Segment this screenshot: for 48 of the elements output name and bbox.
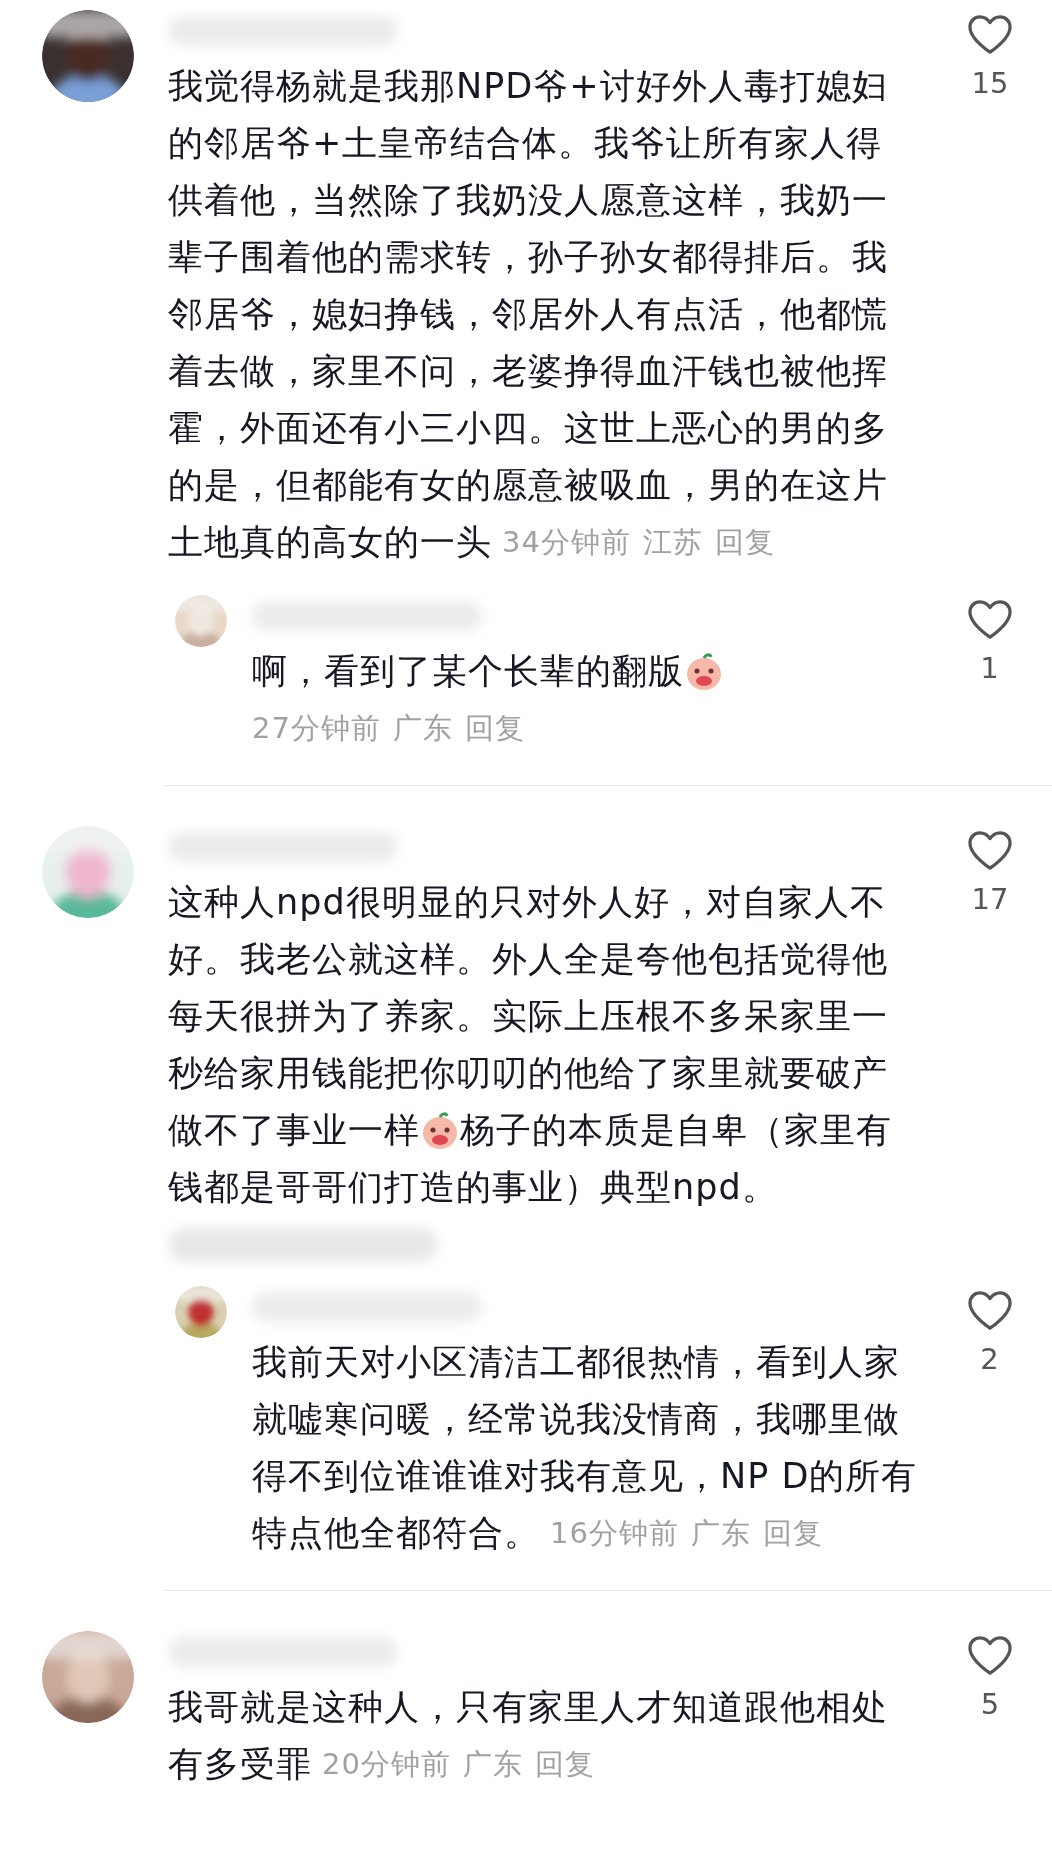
reply-link[interactable]: 回复 xyxy=(714,514,775,571)
like-button[interactable] xyxy=(966,599,1013,641)
location: 广东 xyxy=(690,1515,751,1552)
comment-text: 邻居爷，媳妇挣钱，邻居外人有点活，他都慌 xyxy=(168,293,888,336)
sticker-icon xyxy=(684,651,724,692)
comment-text: 好。我老公就这样。外人全是夸他包括觉得他 xyxy=(168,938,888,981)
comment-text: 啊，看到了某个长辈的翻版 xyxy=(252,650,684,693)
comment-text: 土地真的高女的一头 xyxy=(168,521,492,564)
like-button[interactable] xyxy=(967,1635,1013,1677)
like-button[interactable] xyxy=(967,830,1013,872)
comment-text: 得不到位谁谁谁对我有意见，NP D的所有 xyxy=(252,1455,918,1498)
comment-text: 做不了事业一样 xyxy=(168,1109,420,1152)
location: 江苏 xyxy=(642,524,703,561)
reply-link[interactable]: 回复 xyxy=(464,700,525,757)
like-count: 2 xyxy=(980,1342,999,1376)
timestamp: 34分钟前 xyxy=(502,524,631,561)
like-button[interactable] xyxy=(967,14,1013,56)
comment-text: 我觉得杨就是我那NPD爷+讨好外人毒打媳妇 xyxy=(168,65,888,108)
comment-text: 供着他，当然除了我奶没人愿意这样，我奶一 xyxy=(168,179,888,222)
comment-text: 特点他全都符合。 xyxy=(252,1512,540,1555)
reply-link[interactable]: 回复 xyxy=(762,1505,823,1562)
timestamp: 27分钟前 xyxy=(252,710,381,747)
like-button[interactable] xyxy=(966,1290,1013,1332)
timestamp: 20分钟前 xyxy=(322,1746,451,1783)
comment-text: 秒给家用钱能把你叨叨的他给了家里就要破产 xyxy=(168,1052,888,1095)
location: 广东 xyxy=(392,710,453,747)
reply-link[interactable]: 回复 xyxy=(534,1736,595,1793)
avatar[interactable] xyxy=(175,1286,227,1338)
comment-text: 的邻居爷+土皇帝结合体。我爷让所有家人得 xyxy=(168,122,883,165)
like-count: 1 xyxy=(980,651,999,685)
comment-text: 有多受罪 xyxy=(168,1743,312,1786)
comment-text: 这种人npd很明显的只对外人好，对自家人不 xyxy=(168,881,886,924)
location: 广东 xyxy=(462,1746,523,1783)
like-count: 15 xyxy=(971,66,1009,100)
comment-text: 钱都是哥哥们打造的事业）典型npd。 xyxy=(168,1166,778,1209)
comment-text: 辈子围着他的需求转，孙子孙女都得排后。我 xyxy=(168,236,888,279)
comment-text: 霍，外面还有小三小四。这世上恶心的男的多 xyxy=(168,407,888,450)
comment-text: 我哥就是这种人，只有家里人才知道跟他相处 xyxy=(168,1686,888,1729)
comment-text: 每天很拼为了养家。实际上压根不多呆家里一 xyxy=(168,995,888,1038)
comment-text: 的是，但都能有女的愿意被吸血，男的在这片 xyxy=(168,464,888,507)
comment-text: 杨子的本质是自卑（家里有 xyxy=(460,1109,892,1152)
comment-text: 我前天对小区清洁工都很热情，看到人家 xyxy=(252,1341,900,1384)
like-count: 17 xyxy=(971,882,1009,916)
sticker-icon xyxy=(420,1110,460,1151)
comment-text: 着去做，家里不问，老婆挣得血汗钱也被他挥 xyxy=(168,350,888,393)
timestamp: 16分钟前 xyxy=(550,1515,679,1552)
like-count: 5 xyxy=(980,1687,1000,1721)
comment-text: 就嘘寒问暖，经常说我没情商，我哪里做 xyxy=(252,1398,900,1441)
